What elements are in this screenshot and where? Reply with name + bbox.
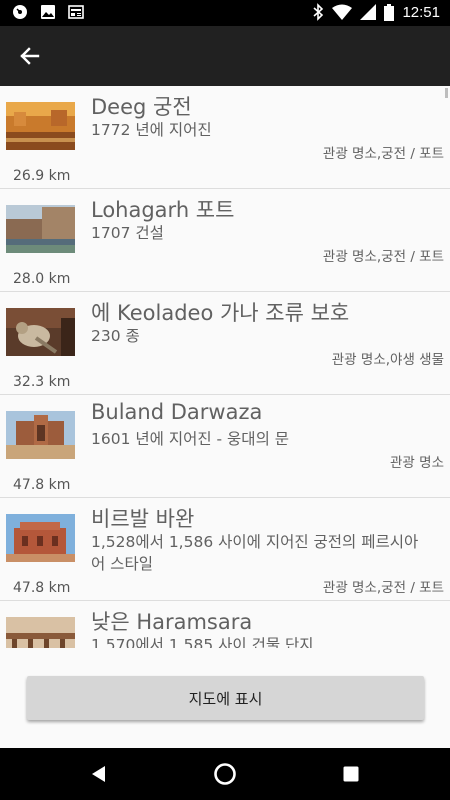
list-item[interactable]: 낮은 Haramsara 1,570에서 1,585 사이 건물 단지: [0, 601, 450, 648]
places-list[interactable]: Deeg 궁전 1772 년에 지어진 관광 명소,궁전 / 포트 26.9 k…: [0, 86, 450, 648]
place-title: Lohagarh 포트: [91, 198, 235, 222]
bottom-action-area: 지도에 표시: [0, 648, 450, 748]
place-description: 1772 년에 지어진: [91, 121, 212, 139]
place-title: 낮은 Haramsara: [91, 610, 253, 634]
show-on-map-button[interactable]: 지도에 표시: [27, 676, 424, 720]
place-distance: 26.9 km: [13, 168, 71, 184]
notification-icons: [12, 4, 84, 20]
place-title: 에 Keoladeo 가나 조류 보호: [91, 301, 350, 325]
status-bar: 12:51: [0, 0, 450, 26]
arrow-back-icon[interactable]: [14, 41, 44, 71]
system-icons: 12:51: [312, 3, 440, 21]
place-category: 관광 명소: [390, 455, 444, 471]
list-item[interactable]: Buland Darwaza 1601 년에 지어진 - 웅대의 문 관광 명소…: [0, 395, 450, 498]
list-item[interactable]: Deeg 궁전 1772 년에 지어진 관광 명소,궁전 / 포트 26.9 k…: [0, 86, 450, 189]
place-thumbnail: [6, 205, 75, 253]
wifi-icon: [332, 4, 353, 20]
place-thumbnail: [6, 308, 75, 356]
place-distance: 32.3 km: [13, 374, 71, 390]
place-thumbnail: [6, 411, 75, 459]
place-title: 비르발 바완: [91, 507, 195, 531]
place-thumbnail: [6, 102, 75, 150]
place-description: 1,528에서 1,586 사이에 지어진 궁전의 페르시아어 스타일: [91, 533, 419, 573]
back-triangle-icon[interactable]: [87, 762, 111, 786]
place-category: 관광 명소,궁전 / 포트: [322, 146, 444, 162]
recents-square-icon[interactable]: [339, 762, 363, 786]
place-thumbnail: [6, 617, 75, 648]
list-item[interactable]: 에 Keoladeo 가나 조류 보호 230 종 관광 명소,야생 생물 32…: [0, 292, 450, 395]
place-category: 관광 명소,궁전 / 포트: [322, 249, 444, 265]
signal-icon: [360, 4, 377, 20]
app-bar: [0, 26, 450, 86]
list-item[interactable]: Lohagarh 포트 1707 건설 관광 명소,궁전 / 포트 28.0 k…: [0, 189, 450, 292]
bluetooth-icon: [313, 3, 324, 21]
place-description: 1707 건설: [91, 224, 164, 242]
place-distance: 47.8 km: [13, 477, 71, 493]
news-icon: [68, 5, 84, 19]
place-description: 230 종: [91, 327, 140, 345]
place-category: 관광 명소,야생 생물: [331, 352, 444, 368]
battery-icon: [384, 3, 395, 21]
list-item[interactable]: 비르발 바완 1,528에서 1,586 사이에 지어진 궁전의 페르시아어 스…: [0, 498, 450, 601]
place-distance: 47.8 km: [13, 580, 71, 596]
image-icon: [41, 5, 55, 19]
place-category: 관광 명소,궁전 / 포트: [322, 580, 444, 596]
place-title: Deeg 궁전: [91, 95, 192, 119]
place-description: 1601 년에 지어진 - 웅대의 문: [91, 430, 290, 448]
place-thumbnail: [6, 514, 75, 562]
vinyl-record-icon: [13, 5, 27, 19]
navigation-bar: [0, 748, 450, 800]
place-description: 1,570에서 1,585 사이 건물 단지: [91, 636, 314, 648]
clock: 12:51: [402, 3, 440, 21]
place-title: Buland Darwaza: [91, 400, 263, 424]
place-distance: 28.0 km: [13, 271, 71, 287]
home-circle-icon[interactable]: [213, 762, 237, 786]
